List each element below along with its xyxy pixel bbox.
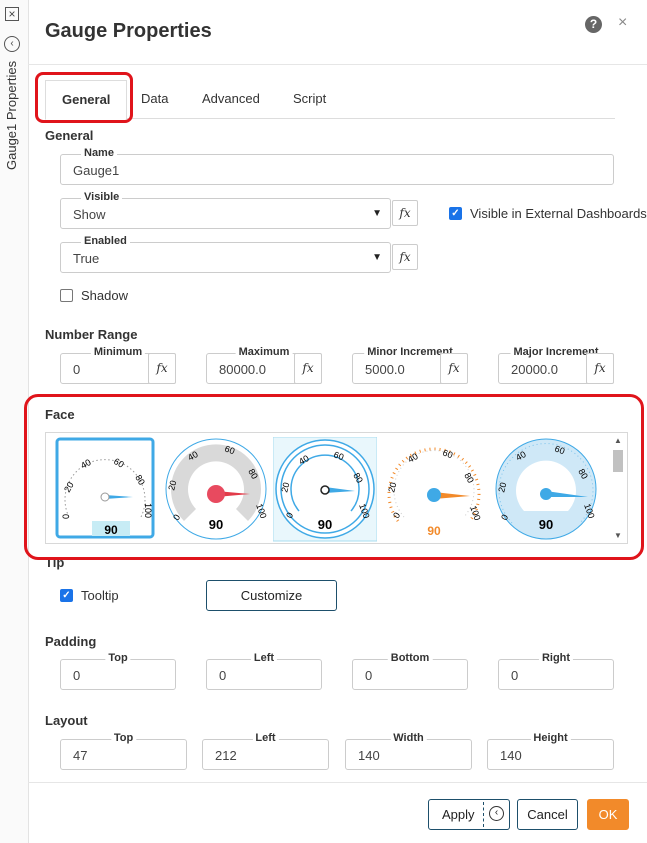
maximum-label: Maximum (235, 346, 293, 358)
dialog-title: Gauge Properties (45, 20, 212, 42)
major-increment-value: 20000.0 (511, 362, 558, 377)
padding-top-value: 0 (73, 668, 81, 683)
face-annotation-highlight (24, 394, 644, 560)
collapse-icon[interactable]: ‹ (4, 36, 20, 52)
tooltip-checkbox[interactable]: ✓ (60, 589, 73, 602)
help-icon[interactable]: ? (585, 16, 602, 33)
padding-top-field[interactable]: Top 0 (60, 652, 176, 690)
padding-right-field[interactable]: Right 0 (498, 652, 614, 690)
padding-right-value: 0 (511, 668, 519, 683)
tab-annotation-highlight (35, 72, 133, 123)
enabled-select[interactable]: Enabled True ▼ (60, 235, 391, 273)
padding-title: Padding (45, 634, 97, 649)
minimum-value: 0 (73, 362, 81, 377)
name-label: Name (81, 147, 117, 159)
tab-advanced[interactable]: Advanced (202, 80, 260, 118)
layout-left-label: Left (252, 732, 279, 744)
apply-split-divider (483, 802, 484, 827)
enabled-value: True (73, 251, 100, 266)
enabled-formula-icon[interactable]: fx (392, 244, 418, 270)
chevron-down-icon: ▼ (372, 252, 382, 263)
maximum-value: 80000.0 (219, 362, 266, 377)
visible-label: Visible (81, 191, 123, 203)
layout-top-field[interactable]: Top 47 (60, 732, 187, 770)
visible-external-label: Visible in External Dashboards (470, 206, 647, 221)
minimum-field[interactable]: Minimum 0 fx (60, 346, 176, 384)
layout-height-value: 140 (500, 748, 522, 763)
minor-increment-field[interactable]: Minor Increment 5000.0 fx (352, 346, 468, 384)
major-formula-icon[interactable]: fx (586, 353, 614, 384)
name-value: Gauge1 (73, 163, 120, 178)
maximum-formula-icon[interactable]: fx (294, 353, 322, 384)
close-panel-icon[interactable]: × (5, 7, 19, 21)
major-increment-field[interactable]: Major Increment 20000.0 fx (498, 346, 614, 384)
layout-width-label: Width (390, 732, 427, 744)
layout-left-field[interactable]: Left 212 (202, 732, 329, 770)
cancel-button[interactable]: Cancel (517, 799, 578, 830)
layout-width-field[interactable]: Width 140 (345, 732, 472, 770)
chevron-down-icon: ▼ (372, 208, 382, 219)
padding-bottom-field[interactable]: Bottom 0 (352, 652, 468, 690)
minor-increment-value: 5000.0 (365, 362, 405, 377)
padding-bottom-value: 0 (365, 668, 373, 683)
tooltip-label: Tooltip (81, 588, 119, 603)
apply-button[interactable]: Apply ‹ (428, 799, 510, 830)
padding-left-field[interactable]: Left 0 (206, 652, 322, 690)
apply-label: Apply (442, 807, 475, 822)
visible-select[interactable]: Visible Show ▼ (60, 191, 391, 229)
footer-divider (28, 782, 647, 783)
visible-value: Show (73, 207, 106, 222)
padding-left-label: Left (250, 652, 278, 664)
visible-formula-icon[interactable]: fx (392, 200, 418, 226)
header-divider (28, 64, 647, 65)
number-range-title: Number Range (45, 327, 138, 342)
layout-left-value: 212 (215, 748, 237, 763)
customize-button[interactable]: Customize (206, 580, 337, 611)
layout-top-label: Top (110, 732, 137, 744)
ok-button[interactable]: OK (587, 799, 629, 830)
maximum-field[interactable]: Maximum 80000.0 fx (206, 346, 322, 384)
padding-left-value: 0 (219, 668, 227, 683)
layout-height-field[interactable]: Height 140 (487, 732, 614, 770)
minor-formula-icon[interactable]: fx (440, 353, 468, 384)
close-icon[interactable]: × (618, 14, 627, 32)
minimum-formula-icon[interactable]: fx (148, 353, 176, 384)
visible-external-checkbox[interactable]: ✓ (449, 207, 462, 220)
tab-data[interactable]: Data (141, 80, 168, 118)
shadow-label: Shadow (81, 288, 128, 303)
shadow-checkbox[interactable] (60, 289, 73, 302)
apply-back-icon[interactable]: ‹ (489, 806, 504, 821)
minimum-label: Minimum (90, 346, 146, 358)
layout-width-value: 140 (358, 748, 380, 763)
name-field[interactable]: Name Gauge1 (60, 147, 614, 185)
layout-top-value: 47 (73, 748, 88, 763)
padding-bottom-label: Bottom (387, 652, 433, 664)
tab-script[interactable]: Script (293, 80, 326, 118)
layout-height-label: Height (530, 732, 571, 744)
layout-title: Layout (45, 713, 88, 728)
padding-right-label: Right (538, 652, 574, 664)
padding-top-label: Top (105, 652, 131, 664)
enabled-label: Enabled (81, 235, 130, 247)
sidebar-title: Gauge1 Properties (4, 60, 19, 170)
general-section-title: General (45, 128, 94, 143)
